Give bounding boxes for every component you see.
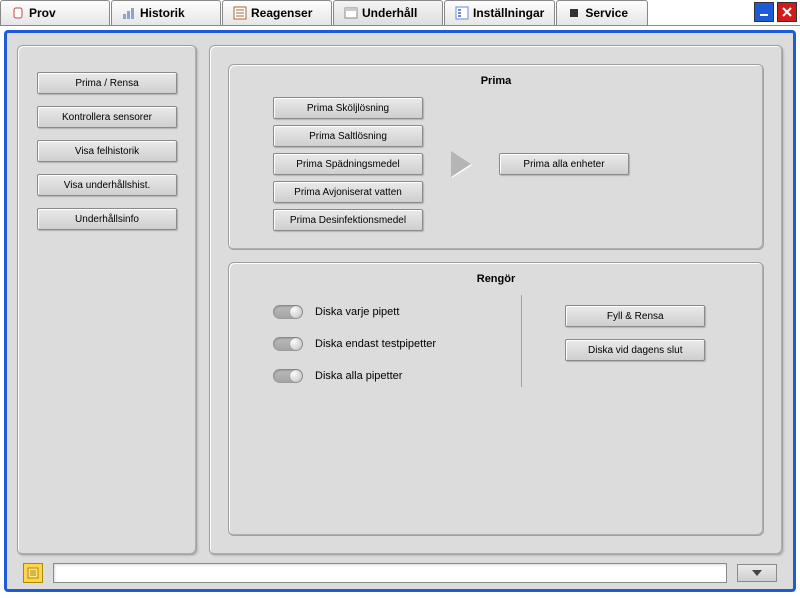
prima-spadningsmedel-button[interactable]: Prima Spädningsmedel [273,153,423,175]
tab-label: Reagenser [251,6,312,20]
diska-test-toggle[interactable] [273,337,303,351]
prima-alla-enheter-button[interactable]: Prima alla enheter [499,153,629,175]
main-panel: Prima Prima Sköljlösning Prima Saltlösni… [209,45,783,555]
window-icon [344,6,358,20]
vial-icon [11,6,25,20]
window-controls [754,0,800,25]
tab-prov[interactable]: Prov [0,0,110,25]
play-icon [451,151,471,177]
bars-icon [122,6,136,20]
tab-service[interactable]: Service [556,0,648,25]
tab-underhall[interactable]: Underhåll [333,0,443,25]
main-frame: Prima / Rensa Kontrollera sensorer Visa … [4,30,796,592]
prima-saltlosning-button[interactable]: Prima Saltlösning [273,125,423,147]
tab-label: Service [585,6,628,20]
fyll-rensa-button[interactable]: Fyll & Rensa [565,305,705,327]
diska-alla-toggle[interactable] [273,369,303,383]
tab-reagenser[interactable]: Reagenser [222,0,332,25]
tab-label: Inställningar [473,6,544,20]
form-icon [455,6,469,20]
status-input[interactable] [53,563,727,583]
tab-installningar[interactable]: Inställningar [444,0,555,25]
tab-historik[interactable]: Historik [111,0,221,25]
rengor-group: Rengör Diska varje pipett Diska endast t… [228,262,764,536]
underhallsinfo-button[interactable]: Underhållsinfo [37,208,177,230]
sidebar-panel: Prima / Rensa Kontrollera sensorer Visa … [17,45,197,555]
diska-test-label: Diska endast testpipetter [315,338,436,350]
prima-group-title: Prima [243,75,749,87]
visa-underhallshist-button[interactable]: Visa underhållshist. [37,174,177,196]
tab-label: Prov [29,6,56,20]
prima-rensa-button[interactable]: Prima / Rensa [37,72,177,94]
status-bar [17,561,783,585]
rengor-group-title: Rengör [243,273,749,285]
prima-skoljlosning-button[interactable]: Prima Sköljlösning [273,97,423,119]
square-icon [567,6,581,20]
status-dropdown[interactable] [737,564,777,582]
visa-felhistorik-button[interactable]: Visa felhistorik [37,140,177,162]
close-button[interactable] [777,2,797,22]
list-icon [233,6,247,20]
prima-avjoniserat-button[interactable]: Prima Avjoniserat vatten [273,181,423,203]
kontrollera-sensorer-button[interactable]: Kontrollera sensorer [37,106,177,128]
diska-varje-toggle[interactable] [273,305,303,319]
diska-alla-label: Diska alla pipetter [315,370,402,382]
tab-bar: Prov Historik Reagenser Underhåll Instäl… [0,0,800,26]
prima-group: Prima Prima Sköljlösning Prima Saltlösni… [228,64,764,250]
prima-desinfektionsmedel-button[interactable]: Prima Desinfektionsmedel [273,209,423,231]
tab-label: Historik [140,6,185,20]
tab-label: Underhåll [362,6,417,20]
minimize-button[interactable] [754,2,774,22]
note-icon[interactable] [23,563,43,583]
diska-varje-label: Diska varje pipett [315,306,399,318]
diska-slut-button[interactable]: Diska vid dagens slut [565,339,705,361]
